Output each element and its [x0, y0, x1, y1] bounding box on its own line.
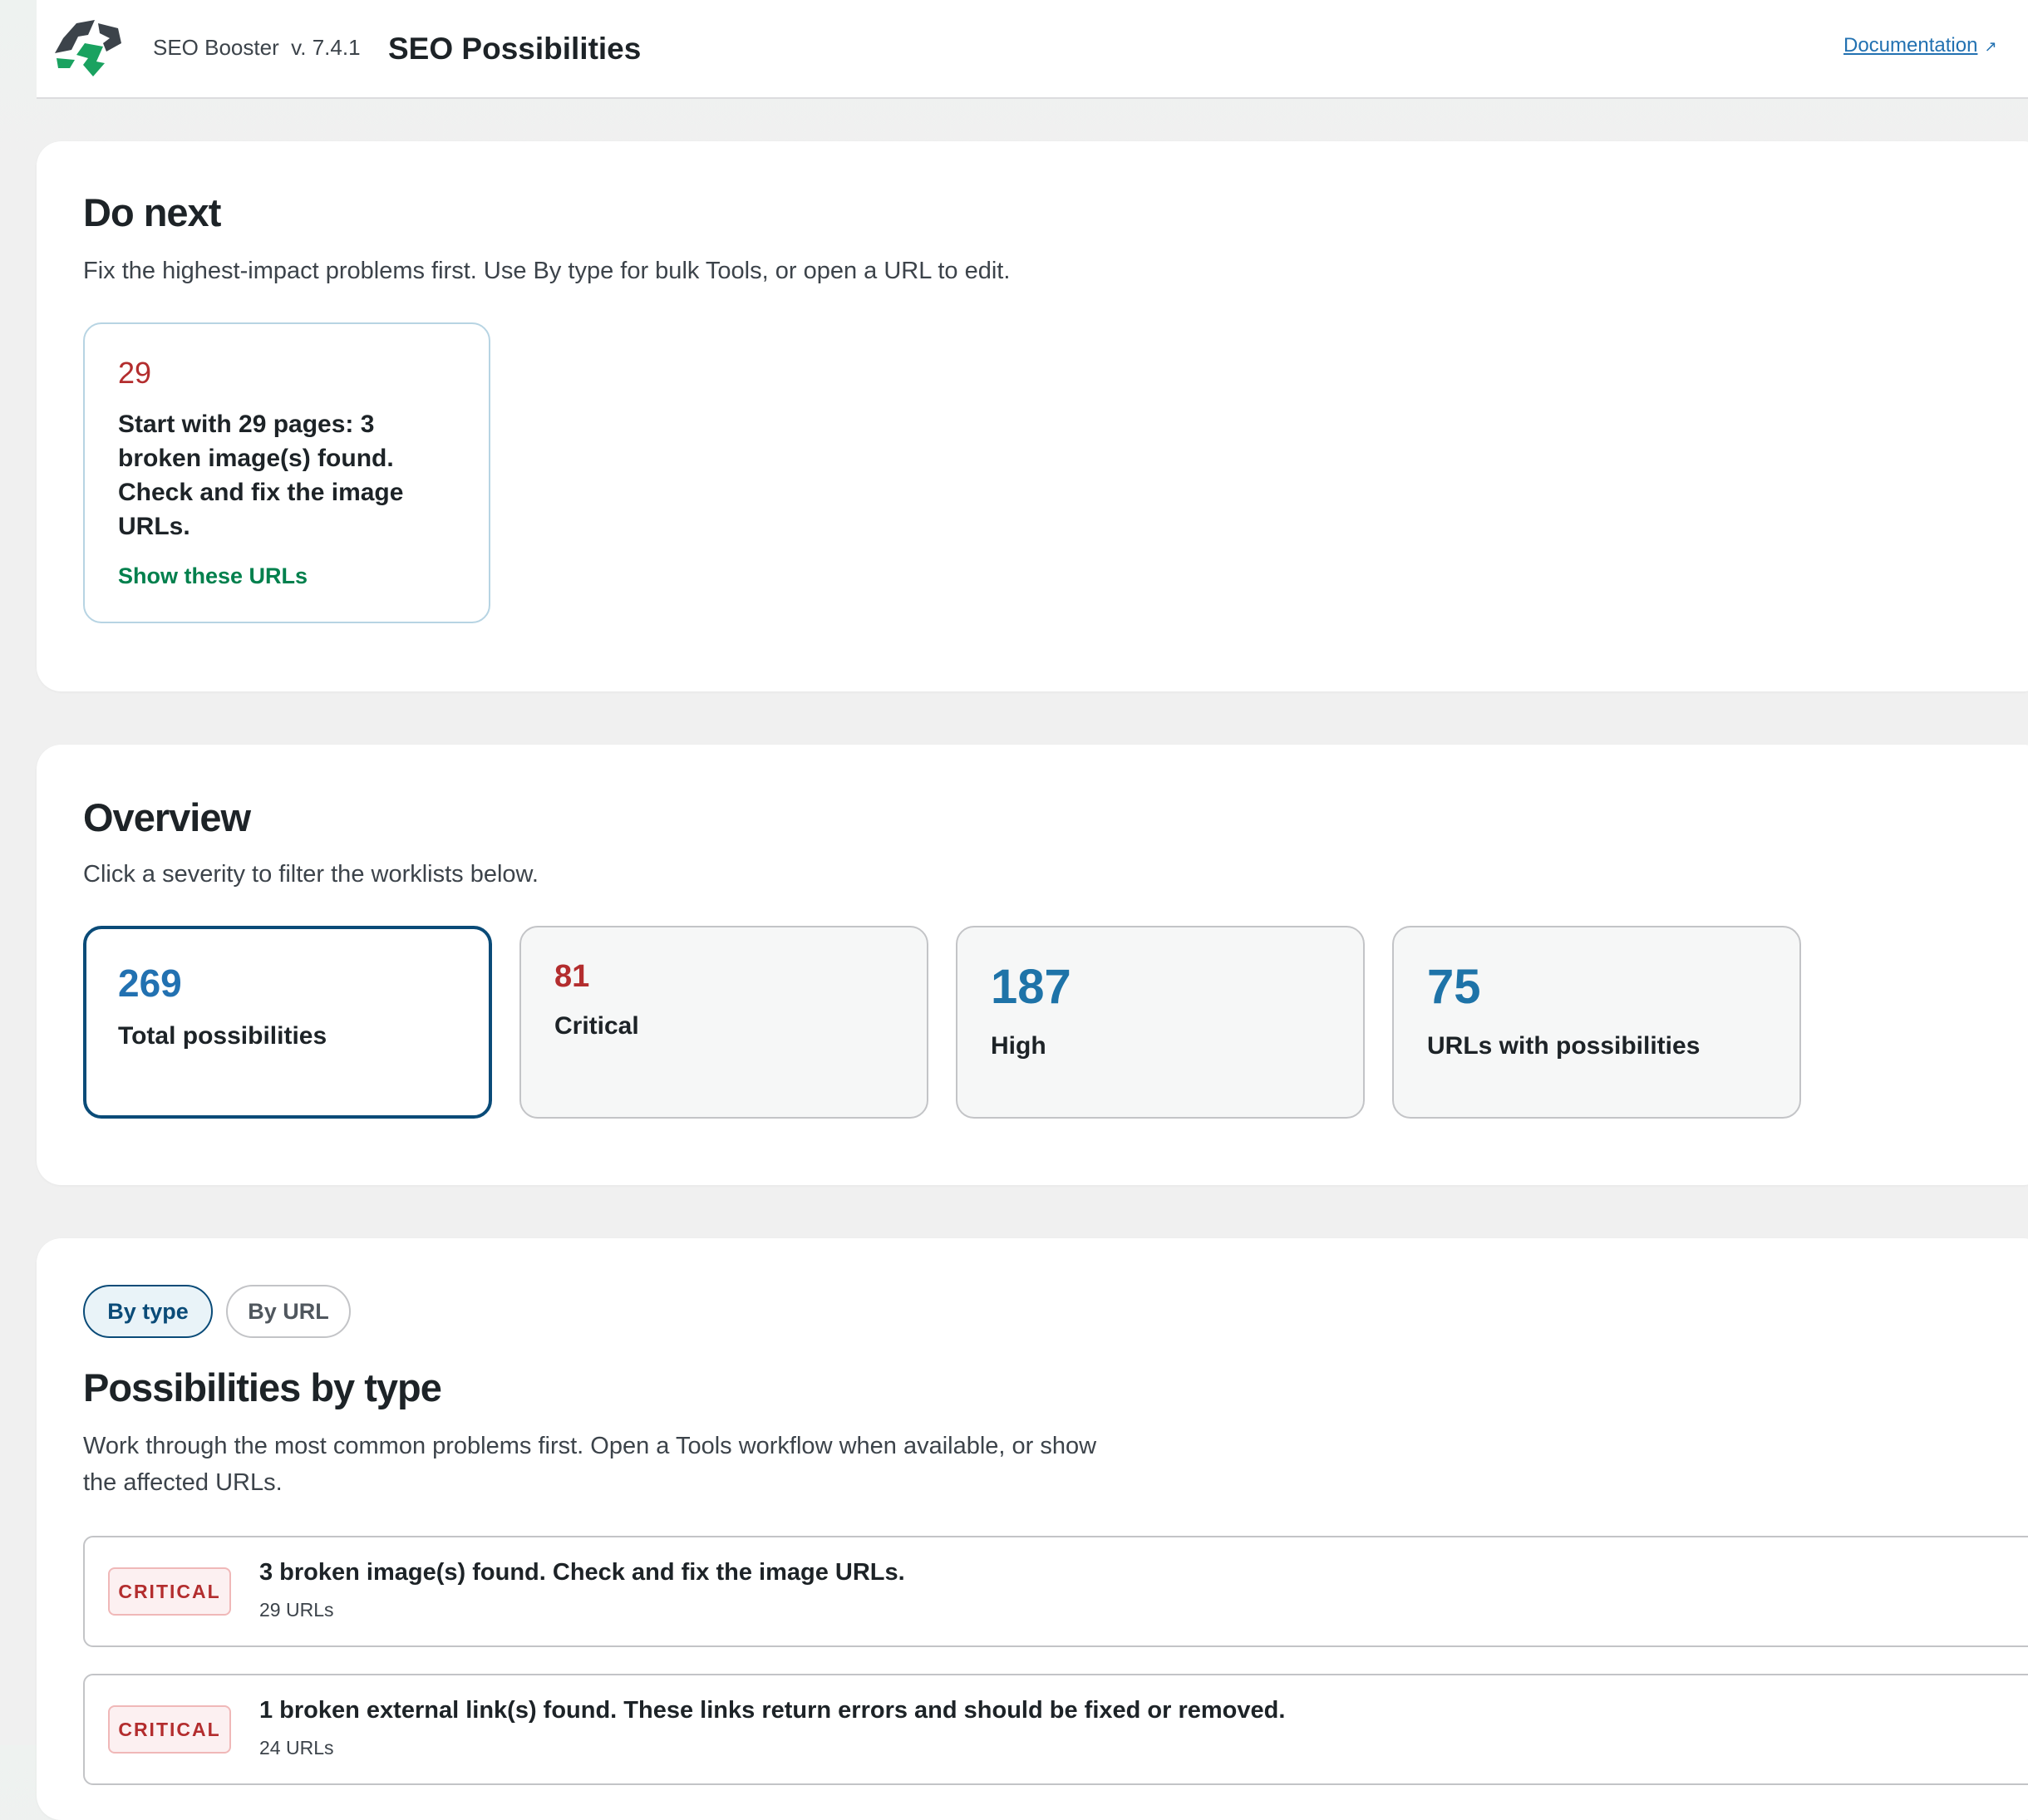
overview-subtitle: Click a severity to filter the worklists…	[83, 861, 539, 888]
stat-urls-label: URLs with possibilities	[1427, 1032, 1701, 1060]
stat-urls-value: 75	[1427, 960, 1481, 1014]
do-next-heading: Do next	[83, 190, 221, 234]
stat-high[interactable]: 187 High	[956, 926, 1365, 1119]
stat-critical[interactable]: 81 Critical	[519, 926, 928, 1119]
stat-critical-label: Critical	[554, 1012, 639, 1040]
possibility-row[interactable]: CRITICAL 1 broken external link(s) found…	[83, 1674, 2028, 1785]
severity-badge: CRITICAL	[108, 1567, 231, 1616]
documentation-link-label: Documentation	[1843, 34, 1978, 57]
page-title: SEO Possibilities	[388, 32, 642, 66]
stat-total-value: 269	[118, 962, 182, 1005]
possibility-title: 3 broken image(s) found. Check and fix t…	[259, 1559, 905, 1586]
possibility-url-count: 29 URLs	[259, 1599, 334, 1621]
stat-urls-with-possibilities[interactable]: 75 URLs with possibilities	[1392, 926, 1801, 1119]
do-next-item: 29 Start with 29 pages: 3 broken image(s…	[83, 322, 490, 623]
possibilities-heading: Possibilities by type	[83, 1365, 442, 1409]
stat-critical-value: 81	[554, 959, 590, 994]
documentation-link[interactable]: Documentation ↗	[1843, 34, 1997, 57]
severity-badge: CRITICAL	[108, 1705, 231, 1754]
possibilities-subtitle: Work through the most common problems fi…	[83, 1433, 1097, 1496]
seo-booster-logo-icon	[55, 20, 121, 76]
possibility-url-count: 24 URLs	[259, 1737, 334, 1759]
overview-card: Overview Click a severity to filter the …	[37, 745, 2028, 1185]
stat-high-value: 187	[991, 960, 1071, 1014]
overview-heading: Overview	[83, 795, 251, 839]
external-link-icon: ↗	[1984, 38, 1997, 55]
do-next-text: Start with 29 pages: 3 broken image(s) f…	[118, 411, 404, 540]
product-version: SEO Booster v. 7.4.1	[153, 35, 361, 60]
tab-by-url[interactable]: By URL	[226, 1285, 351, 1338]
do-next-count: 29	[118, 356, 152, 390]
stat-total-possibilities[interactable]: 269 Total possibilities	[83, 926, 492, 1119]
show-these-urls-link[interactable]: Show these URLs	[118, 563, 308, 589]
top-bar: SEO Booster v. 7.4.1 SEO Possibilities D…	[37, 0, 2028, 99]
stat-total-label: Total possibilities	[118, 1022, 327, 1050]
stat-high-label: High	[991, 1032, 1046, 1060]
do-next-subtitle: Fix the highest-impact problems first. U…	[83, 258, 1011, 284]
possibility-row[interactable]: CRITICAL 3 broken image(s) found. Check …	[83, 1536, 2028, 1647]
tab-by-type[interactable]: By type	[83, 1285, 213, 1338]
possibility-title: 1 broken external link(s) found. These l…	[259, 1697, 1286, 1724]
possibilities-card: By type By URL Possibilities by type Wor…	[37, 1238, 2028, 1820]
do-next-card: Do next Fix the highest-impact problems …	[37, 141, 2028, 691]
